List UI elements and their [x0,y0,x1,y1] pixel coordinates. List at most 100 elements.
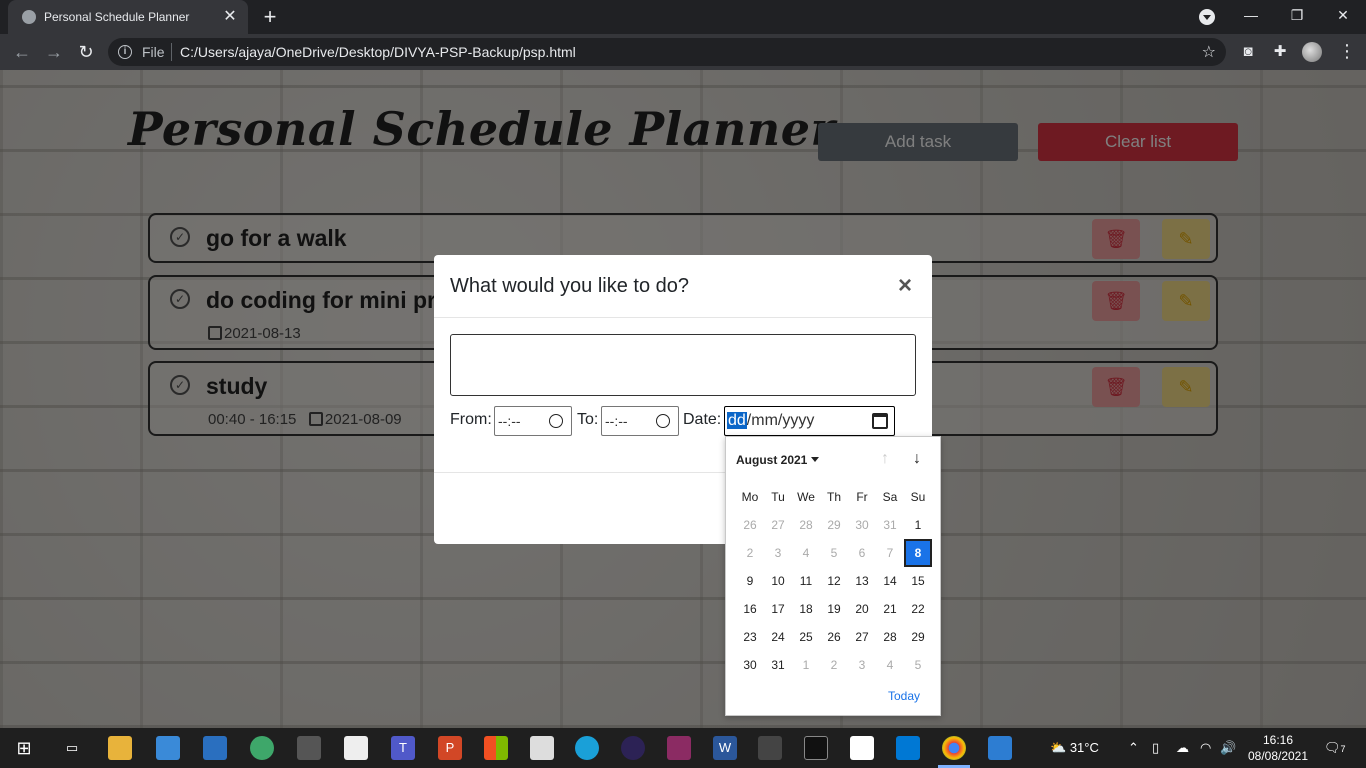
calendar-day[interactable]: 15 [904,567,932,595]
profile-avatar-icon[interactable] [1302,42,1322,62]
this-pc-icon[interactable] [156,736,180,760]
arrow-down-icon[interactable]: ↓ [907,449,927,469]
calendar-day[interactable]: 28 [792,511,820,539]
extension-icon[interactable]: ◙ [1238,42,1258,62]
eclipse-icon[interactable] [621,736,645,760]
calendar-day[interactable]: 8 [904,539,932,567]
atom-icon[interactable] [250,736,274,760]
calendar-day[interactable]: 12 [820,567,848,595]
virtual-machine-icon[interactable] [297,736,321,760]
back-arrow-icon[interactable]: ← [10,40,34,64]
calendar-icon[interactable] [872,413,888,429]
calendar-day[interactable]: 22 [904,595,932,623]
onedrive-cloud-icon[interactable]: ☁ [1176,740,1189,756]
clock-icon[interactable] [656,414,670,428]
date-input[interactable]: dd/mm/yyyy [724,406,895,436]
archive-icon[interactable] [667,736,691,760]
maximize-button[interactable]: ❐ [1274,0,1320,32]
calendar-day[interactable]: 3 [764,539,792,567]
calendar-day[interactable]: 26 [820,623,848,651]
window-close-button[interactable]: ✕ [1320,0,1366,32]
calendar-day[interactable]: 13 [848,567,876,595]
calendar-day[interactable]: 16 [736,595,764,623]
control-panel-icon[interactable] [203,736,227,760]
calendar-day[interactable]: 5 [904,651,932,679]
minimize-button[interactable]: — [1228,0,1274,32]
bookmark-star-icon[interactable]: ☆ [1202,42,1216,62]
terminal-icon[interactable] [804,736,828,760]
microsoft-store-icon[interactable] [484,736,508,760]
calendar-day[interactable]: 23 [736,623,764,651]
from-time-input[interactable]: --:-- [494,406,572,436]
calendar-day[interactable]: 10 [764,567,792,595]
weather-widget[interactable]: ⛅ 31°C [1050,740,1099,756]
word-icon[interactable]: W [713,736,737,760]
chrome-icon[interactable] [942,736,966,760]
calendar-day[interactable]: 26 [736,511,764,539]
browser-tab[interactable]: Personal Schedule Planner ✕ [8,0,248,34]
task-view-icon[interactable]: ▭ [60,736,84,760]
calendar-day[interactable]: 4 [876,651,904,679]
calendar-day[interactable]: 31 [764,651,792,679]
calendar-day[interactable]: 20 [848,595,876,623]
forward-arrow-icon[interactable]: → [42,40,66,64]
photos-icon[interactable] [988,736,1012,760]
close-icon[interactable]: × [898,272,912,300]
calendar-day[interactable]: 11 [792,567,820,595]
calendar-day[interactable]: 7 [876,539,904,567]
calendar-day[interactable]: 25 [792,623,820,651]
volume-icon[interactable]: 🔊 [1220,740,1236,756]
tab-close-icon[interactable]: ✕ [220,7,240,27]
kebab-menu-icon[interactable]: ⋮ [1338,42,1356,62]
address-url[interactable]: C:/Users/ajaya/OneDrive/Desktop/DIVYA-PS… [180,44,576,60]
wifi-icon[interactable]: ◠ [1200,740,1211,756]
new-tab-button[interactable]: + [258,5,282,29]
date-rest-segment[interactable]: /mm/yyyy [747,412,815,429]
calendar-day[interactable]: 18 [792,595,820,623]
reload-icon[interactable]: ↻ [74,40,98,64]
image-editor-icon[interactable] [530,736,554,760]
calendar-day[interactable]: 29 [820,511,848,539]
powerpoint-icon[interactable]: P [438,736,462,760]
calendar-day[interactable]: 27 [848,623,876,651]
today-button[interactable]: Today [888,689,920,703]
calendar-day[interactable]: 3 [848,651,876,679]
calendar-day[interactable]: 17 [764,595,792,623]
to-time-input[interactable]: --:-- [601,406,679,436]
tray-chevron-icon[interactable]: ⌃ [1128,740,1139,756]
date-day-segment[interactable]: dd [727,412,747,429]
3d-box-icon[interactable] [758,736,782,760]
calendar-day[interactable]: 1 [792,651,820,679]
calendar-day[interactable]: 19 [820,595,848,623]
file-explorer-icon[interactable] [108,736,132,760]
calendar-day[interactable]: 4 [792,539,820,567]
calendar-day[interactable]: 6 [848,539,876,567]
calendar-day[interactable]: 1 [904,511,932,539]
calendar-day[interactable]: 28 [876,623,904,651]
calendar-day[interactable]: 30 [736,651,764,679]
clock-icon[interactable] [549,414,563,428]
calendar-day[interactable]: 2 [820,651,848,679]
calendar-day[interactable]: 24 [764,623,792,651]
mongodb-icon[interactable] [850,736,874,760]
calendar-day[interactable]: 27 [764,511,792,539]
arrow-up-icon[interactable]: ↑ [875,449,895,469]
month-selector[interactable]: August 2021 [736,453,820,467]
vscode-icon[interactable] [896,736,920,760]
calendar-day[interactable]: 31 [876,511,904,539]
task-textarea[interactable] [450,334,916,396]
tab-search-icon[interactable] [1199,9,1215,25]
teams-icon[interactable]: T [391,736,415,760]
device-icon[interactable]: ▯ [1152,740,1159,756]
info-icon[interactable]: i [118,45,132,59]
calendar-day[interactable]: 29 [904,623,932,651]
calendar-day[interactable]: 2 [736,539,764,567]
notification-icon[interactable]: 🗨7 [1324,740,1346,756]
calendar-day[interactable]: 21 [876,595,904,623]
calendar-day[interactable]: 5 [820,539,848,567]
edge-browser-icon[interactable] [575,736,599,760]
windows-start-icon[interactable]: ⊞ [12,736,36,760]
address-bar[interactable]: i File C:/Users/ajaya/OneDrive/Desktop/D… [108,38,1226,66]
puzzle-icon[interactable]: ✚ [1270,42,1290,62]
calendar-day[interactable]: 9 [736,567,764,595]
